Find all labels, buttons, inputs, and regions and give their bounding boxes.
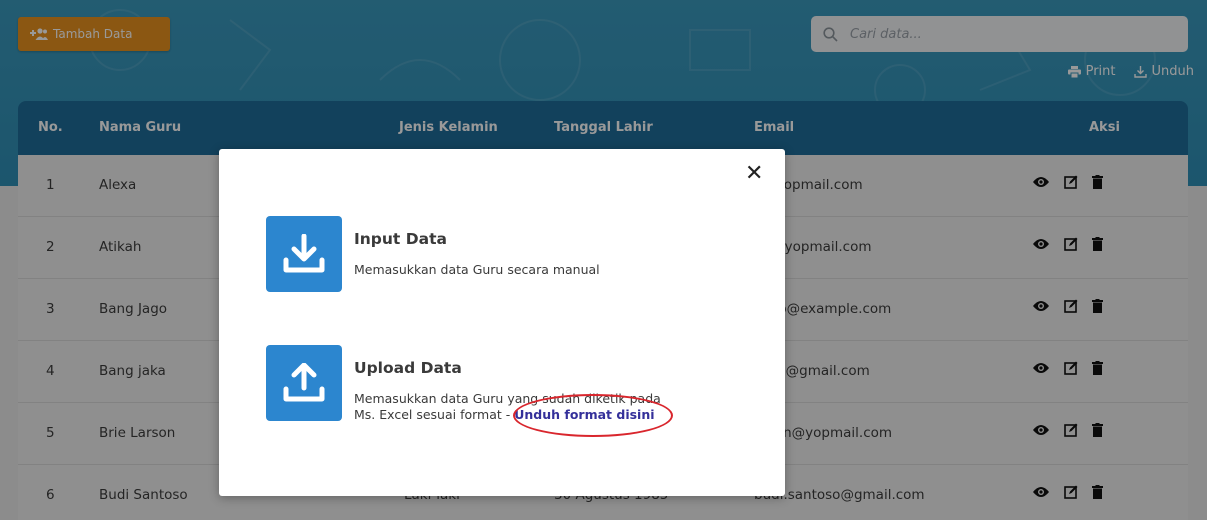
input-data-description: Memasukkan data Guru secara manual bbox=[354, 262, 600, 277]
input-data-title: Input Data bbox=[354, 230, 447, 248]
close-icon[interactable]: ✕ bbox=[745, 163, 763, 185]
upload-data-title: Upload Data bbox=[354, 359, 462, 377]
upload-data-option[interactable]: Upload Data Memasukkan data Guru yang su… bbox=[266, 345, 746, 425]
highlight-circle bbox=[513, 394, 673, 437]
upload-arrow-icon bbox=[266, 345, 342, 421]
download-arrow-icon bbox=[266, 216, 342, 292]
input-data-option[interactable]: Input Data Memasukkan data Guru secara m… bbox=[266, 216, 746, 296]
upload-description-line2: Ms. Excel sesuai format - bbox=[354, 407, 515, 422]
add-data-modal: ✕ Input Data Memasukkan data Guru secara… bbox=[219, 149, 785, 496]
